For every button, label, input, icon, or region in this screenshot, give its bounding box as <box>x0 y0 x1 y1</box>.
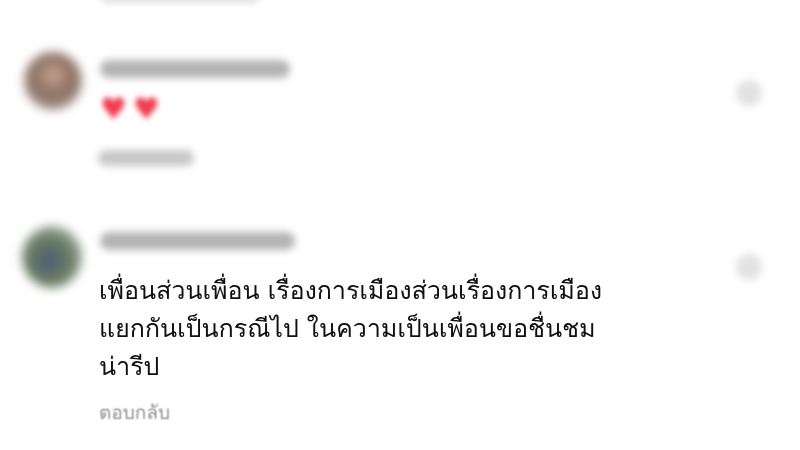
heart-emoji-reaction: ♥♥ <box>100 92 166 127</box>
username-blurred[interactable] <box>100 60 290 78</box>
comment-text: เพื่อนส่วนเพื่อน เรื่องการเมืองส่วนเรื่อ… <box>99 276 603 381</box>
heart-outline-icon[interactable] <box>736 254 762 280</box>
reply-button-blurred[interactable] <box>98 150 194 166</box>
avatar[interactable] <box>22 226 82 288</box>
heart-outline-icon[interactable] <box>736 80 762 106</box>
previous-comment-fragment <box>100 0 260 4</box>
avatar[interactable] <box>24 52 82 110</box>
reply-button[interactable]: ตอบกลับ <box>99 400 170 426</box>
username-blurred[interactable] <box>100 232 295 250</box>
